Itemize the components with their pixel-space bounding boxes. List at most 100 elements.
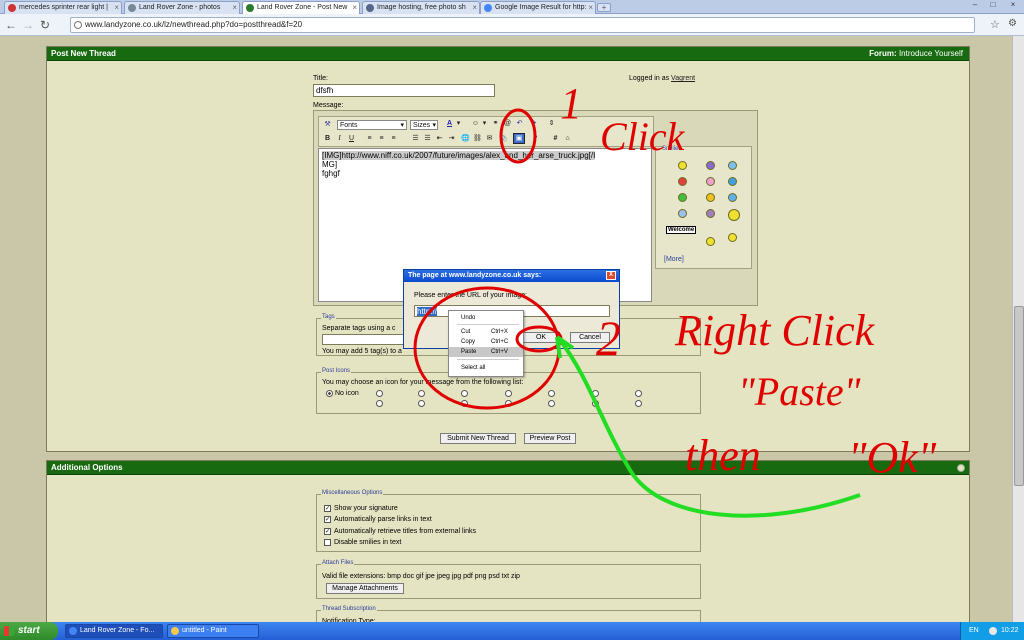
indent-icon[interactable]: ⇥ [447, 134, 456, 143]
smiley-icon[interactable] [728, 193, 737, 202]
language-indicator[interactable]: EN [969, 622, 979, 640]
unordered-list-icon[interactable]: ☰ [423, 134, 432, 143]
context-menu-copy[interactable]: Copy Ctrl+C [449, 337, 523, 347]
post-icon-radio[interactable] [592, 400, 599, 407]
smiley-icon[interactable] [678, 177, 687, 186]
preview-post-button[interactable]: Preview Post [524, 433, 576, 444]
wrench-icon[interactable]: ⚙ [1008, 18, 1017, 29]
unlink-icon[interactable]: ⛓ [473, 134, 482, 143]
cancel-button[interactable]: Cancel [570, 332, 610, 343]
undo-icon[interactable]: ↶ [515, 119, 524, 128]
back-icon[interactable]: ← [5, 18, 17, 32]
post-icon-radio[interactable] [548, 390, 555, 397]
browser-tab[interactable]: mercedes sprinter rear light | × [4, 1, 122, 14]
new-tab-button[interactable]: + [597, 3, 611, 12]
quote-icon[interactable]: ❝ [531, 134, 540, 143]
tray-icon[interactable] [989, 627, 997, 635]
html-code-icon[interactable]: ⌂ [563, 134, 572, 143]
show-signature-checkbox[interactable]: ✓ [324, 505, 331, 512]
smiley-icon[interactable] [706, 209, 715, 218]
smiley-icon[interactable] [678, 209, 687, 218]
align-left-icon[interactable]: ≡ [365, 134, 374, 143]
smiley-icon[interactable] [706, 177, 715, 186]
smiley-icon[interactable] [706, 161, 715, 170]
no-icon-radio[interactable] [326, 390, 333, 397]
close-icon[interactable]: × [352, 2, 357, 14]
start-button[interactable]: start [0, 622, 58, 640]
context-menu-select-all[interactable]: Select all [449, 363, 523, 373]
browser-tab[interactable]: Land Rover Zone - photos × [124, 1, 240, 14]
smiley-icon[interactable] [728, 233, 737, 242]
text-color-icon[interactable]: A [445, 119, 454, 128]
chevron-down-icon[interactable]: ▾ [480, 119, 489, 128]
browser-tab[interactable]: Google Image Result for http: × [480, 1, 596, 14]
underline-button[interactable]: U [347, 134, 356, 143]
vertical-scrollbar[interactable] [1012, 36, 1024, 622]
post-icon-radio[interactable] [418, 400, 425, 407]
close-icon[interactable]: × [114, 2, 119, 14]
maximize-icon[interactable]: □ [984, 0, 1002, 11]
smiley-icon[interactable] [706, 237, 715, 246]
smiley-icon[interactable] [678, 193, 687, 202]
browser-tab[interactable]: Image hosting, free photo sh × [362, 1, 480, 14]
title-input[interactable]: dfsfh [313, 84, 495, 97]
taskbar-item[interactable]: Land Rover Zone - Fo... [65, 624, 163, 638]
post-icon-radio[interactable] [592, 390, 599, 397]
username-link[interactable]: Vagrent [671, 75, 695, 82]
email-link-icon[interactable]: @ [503, 119, 512, 128]
link-icon[interactable]: ⚭ [491, 119, 500, 128]
insert-image-icon[interactable]: ▣ [513, 133, 525, 144]
redo-icon[interactable]: ↷ [529, 119, 538, 128]
close-icon[interactable]: × [588, 2, 593, 14]
close-window-icon[interactable]: × [1004, 0, 1022, 11]
close-icon[interactable]: × [472, 2, 477, 14]
post-icon-radio[interactable] [418, 390, 425, 397]
smiley-icon[interactable]: ☺ [471, 119, 480, 128]
attachment-icon[interactable]: 📎 [499, 134, 508, 143]
post-icon-radio[interactable] [635, 400, 642, 407]
resize-icon[interactable]: ⇕ [547, 119, 556, 128]
reload-icon[interactable]: ↻ [40, 18, 50, 32]
code-icon[interactable]: # [551, 134, 560, 143]
post-icon-radio[interactable] [548, 400, 555, 407]
close-icon[interactable]: X [606, 271, 616, 280]
smiley-icon[interactable] [728, 209, 740, 221]
post-icon-radio[interactable] [635, 390, 642, 397]
retrieve-titles-checkbox[interactable]: ✓ [324, 528, 331, 535]
fonts-dropdown[interactable]: Fonts ▾ [337, 120, 407, 130]
parse-links-checkbox[interactable]: ✓ [324, 516, 331, 523]
switch-mode-icon[interactable]: ⚒ [323, 120, 332, 129]
bookmark-star-icon[interactable]: ☆ [990, 18, 1000, 31]
close-icon[interactable]: × [232, 2, 237, 14]
post-icon-radio[interactable] [461, 390, 468, 397]
align-center-icon[interactable]: ≡ [377, 134, 386, 143]
ordered-list-icon[interactable]: ☰ [411, 134, 420, 143]
more-smilies-link[interactable]: [More] [664, 256, 684, 263]
taskbar-item[interactable]: untitled - Paint [167, 624, 259, 638]
post-icon-radio[interactable] [461, 400, 468, 407]
italic-button[interactable]: I [335, 134, 344, 143]
welcome-smiley[interactable]: Welcome [666, 226, 697, 234]
align-right-icon[interactable]: ≡ [389, 134, 398, 143]
smiley-icon[interactable] [728, 177, 737, 186]
manage-attachments-button[interactable]: Manage Attachments [326, 583, 404, 594]
ok-button[interactable]: OK [522, 332, 560, 343]
smiley-icon[interactable] [678, 161, 687, 170]
smiley-icon[interactable] [728, 161, 737, 170]
insert-email-icon[interactable]: ✉ [485, 134, 494, 143]
smiley-icon[interactable] [706, 193, 715, 202]
chevron-down-icon[interactable]: ▾ [454, 119, 463, 128]
collapse-icon[interactable] [957, 464, 965, 472]
browser-tab[interactable]: Land Rover Zone - Post New × [242, 1, 360, 14]
post-icon-radio[interactable] [505, 400, 512, 407]
scrollbar-thumb[interactable] [1014, 306, 1024, 486]
submit-new-thread-button[interactable]: Submit New Thread [440, 433, 516, 444]
context-menu-undo[interactable]: Undo [449, 313, 523, 323]
outdent-icon[interactable]: ⇤ [435, 134, 444, 143]
post-icon-radio[interactable] [505, 390, 512, 397]
bold-button[interactable]: B [323, 134, 332, 143]
minimize-icon[interactable]: – [966, 0, 984, 11]
forum-name-link[interactable]: Introduce Yourself [899, 49, 963, 58]
post-icon-radio[interactable] [376, 400, 383, 407]
post-icon-radio[interactable] [376, 390, 383, 397]
